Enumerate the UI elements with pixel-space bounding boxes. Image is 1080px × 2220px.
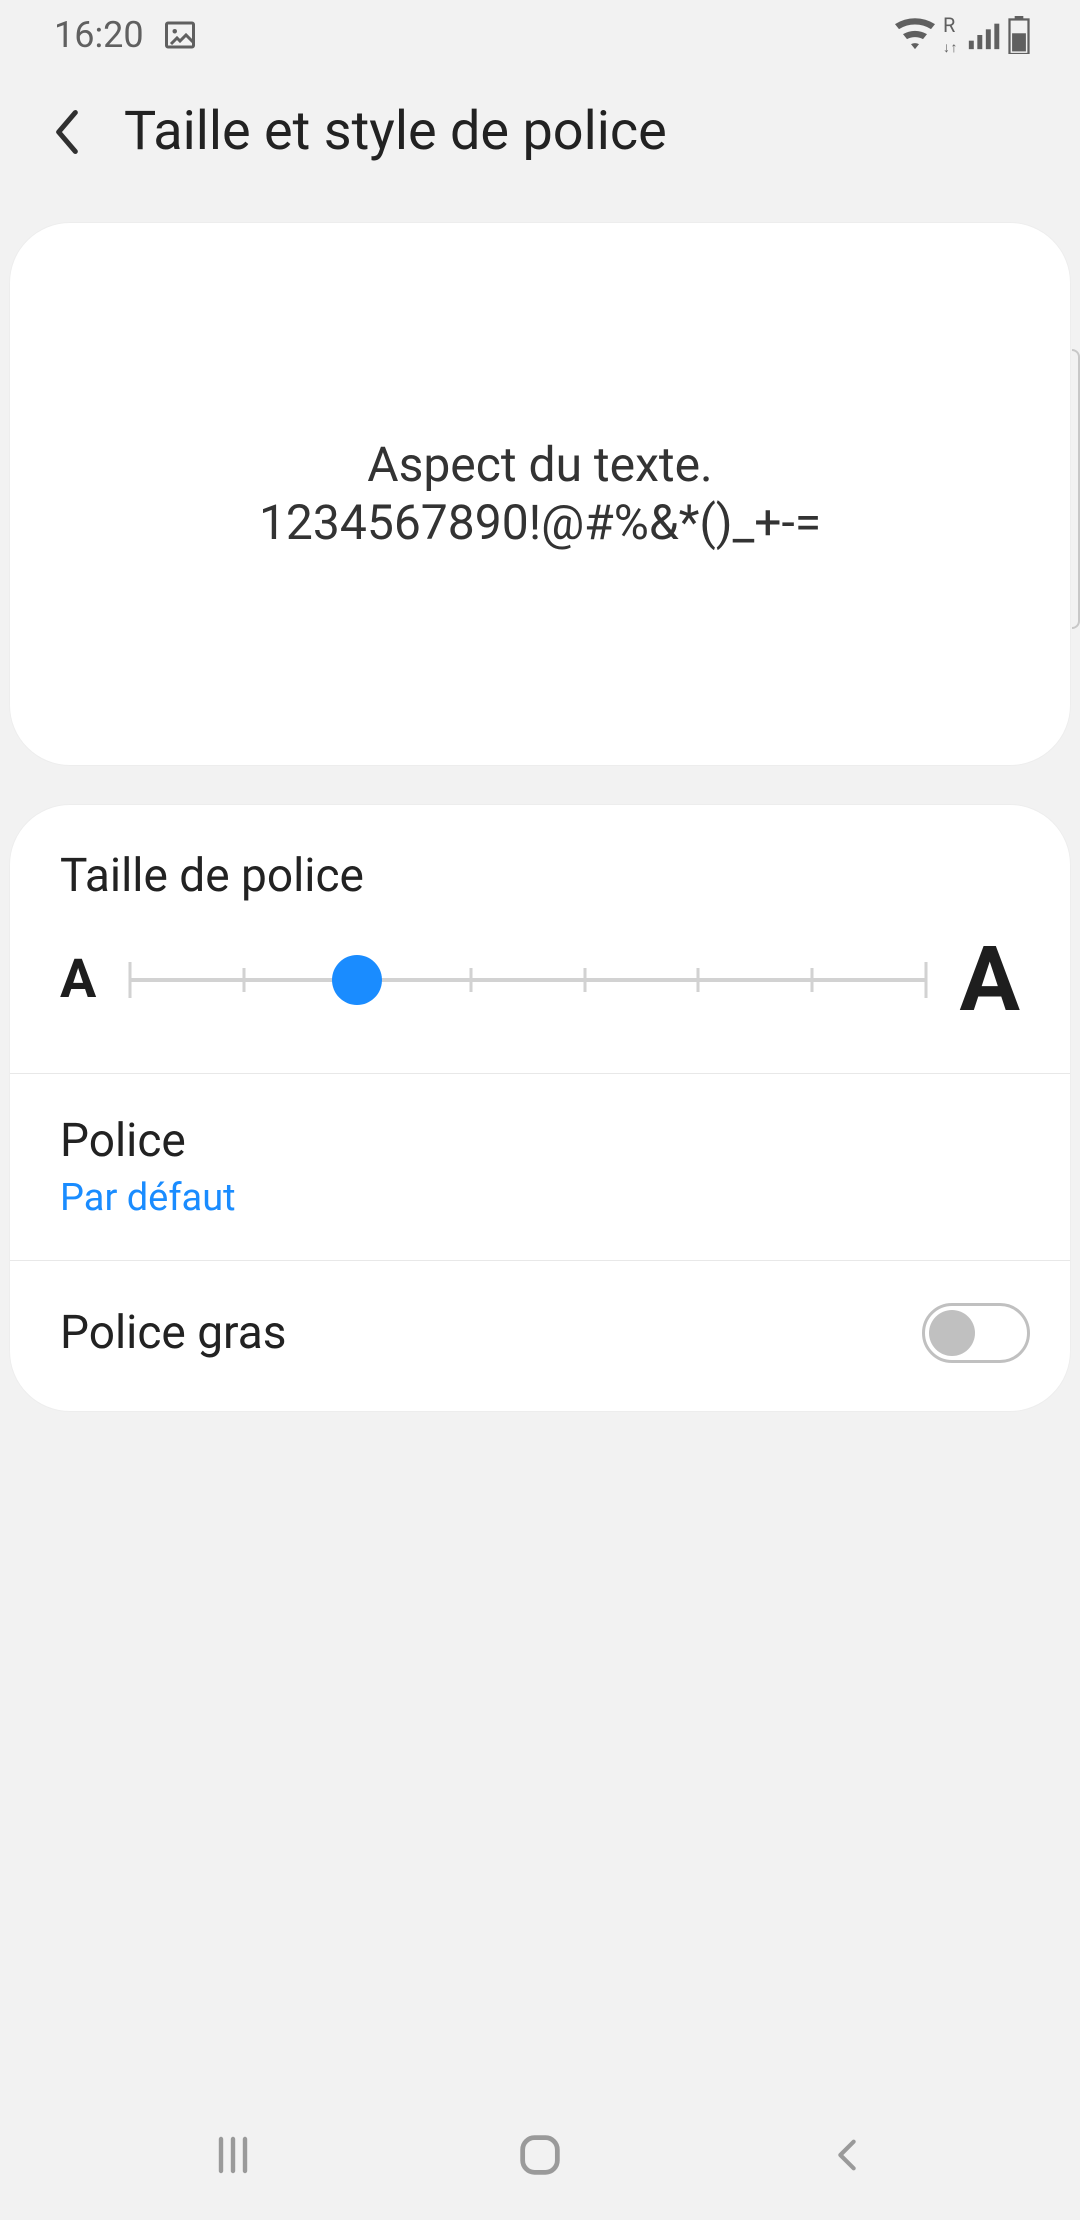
status-time: 16:20 <box>54 14 144 56</box>
font-size-label: Taille de police <box>60 849 1020 903</box>
preview-line-1: Aspect du texte. <box>259 436 821 494</box>
nav-home-button[interactable] <box>480 2129 600 2181</box>
font-size-large-icon: A <box>960 935 1020 1025</box>
font-style-label: Police <box>60 1114 1020 1168</box>
toggle-knob <box>929 1310 975 1356</box>
font-settings-card: Taille de police A A Police Par défaut P… <box>10 805 1070 1411</box>
font-preview-text: Aspect du texte. 1234567890!@#%&*()_+-= <box>259 436 821 551</box>
font-size-small-icon: A <box>60 953 96 1007</box>
status-right: R↓↑ <box>895 15 1030 55</box>
status-left: 16:20 <box>54 14 198 56</box>
preview-line-2: 1234567890!@#%&*()_+-= <box>259 494 821 552</box>
scroll-edge-indicator <box>1072 349 1080 629</box>
nav-back-button[interactable] <box>787 2131 907 2179</box>
font-size-slider-row: A A <box>60 935 1020 1031</box>
font-style-value: Par défaut <box>60 1176 1020 1220</box>
bold-font-toggle[interactable] <box>922 1303 1030 1363</box>
roaming-indicator: R↓↑ <box>943 15 958 55</box>
font-preview-card: Aspect du texte. 1234567890!@#%&*()_+-= <box>10 223 1070 765</box>
font-style-row[interactable]: Police Par défaut <box>10 1074 1070 1261</box>
wifi-icon <box>895 18 935 52</box>
slider-thumb[interactable] <box>332 955 382 1005</box>
image-indicator-icon <box>162 17 198 53</box>
battery-icon <box>1008 16 1030 54</box>
bold-font-label: Police gras <box>60 1306 287 1360</box>
font-size-section: Taille de police A A <box>10 805 1070 1074</box>
android-nav-bar <box>0 2090 1080 2220</box>
font-size-slider[interactable] <box>130 955 925 1005</box>
nav-recent-apps-button[interactable] <box>173 2131 293 2179</box>
app-bar: Taille et style de police <box>0 70 1080 223</box>
signal-icon <box>966 18 1000 52</box>
page-title: Taille et style de police <box>124 100 667 163</box>
status-bar: 16:20 R↓↑ <box>0 0 1080 70</box>
back-button[interactable] <box>50 107 84 157</box>
bold-font-row[interactable]: Police gras <box>10 1261 1070 1411</box>
